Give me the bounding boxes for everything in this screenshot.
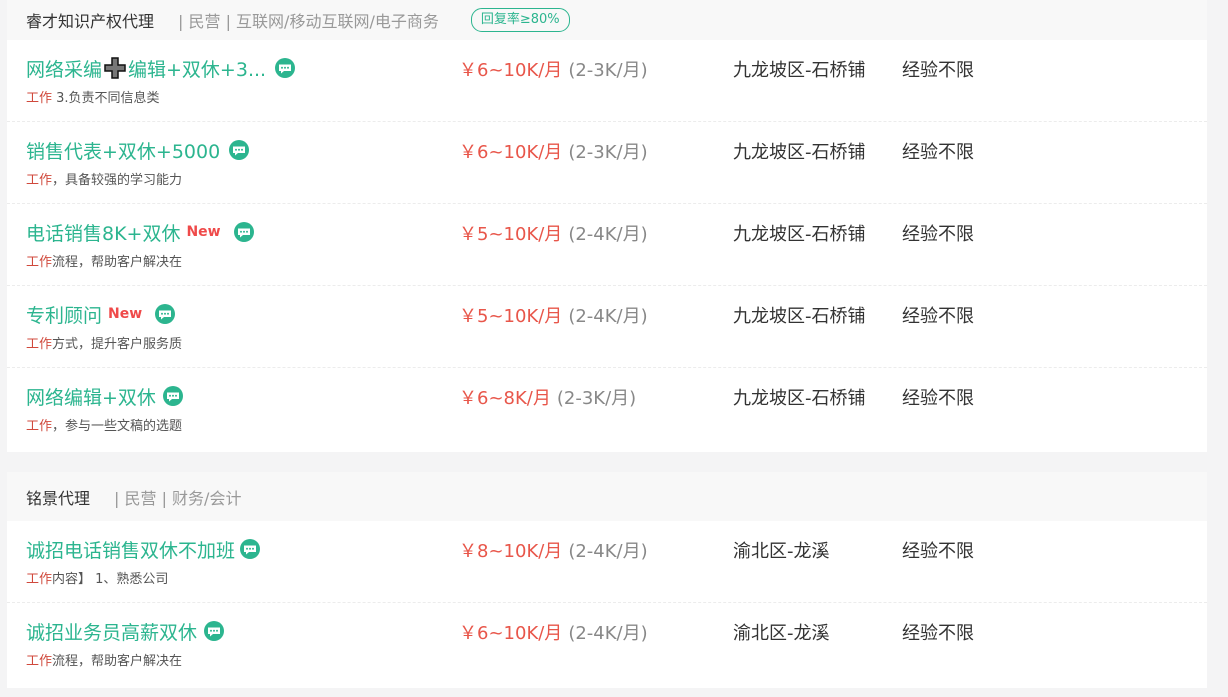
job-title-line: 专利顾问 New	[26, 300, 176, 328]
salary-range: ￥5~10K/月	[459, 306, 563, 327]
job-title[interactable]: 专利顾问	[26, 301, 102, 328]
job-location: 九龙坡区-石桥铺	[733, 306, 866, 327]
job-row[interactable]: 网络采编 编辑+双休+3... 工作 3.负责不同信息类 ￥6~10K/月 (2-…	[7, 40, 1207, 122]
job-location: 九龙坡区-石桥铺	[733, 142, 866, 163]
job-experience: 经验不限	[902, 388, 974, 409]
salary: ￥8~10K/月 (2-4K/月)	[459, 537, 648, 563]
job-description-keyword: 工作	[26, 255, 53, 270]
job-title-line: 诚招业务员高薪双休	[26, 617, 225, 645]
job-title-line: 网络编辑+双休	[26, 382, 184, 410]
job-row[interactable]: 专利顾问 New 工作方式，提升客户服务质 ￥5~10K/月 (2-4K/月) 九…	[7, 286, 1207, 368]
company-meta: | 民营 | 财务/会计	[114, 488, 242, 508]
job-row[interactable]: 电话销售8K+双休 New 工作流程，帮助客户解决在 ￥5~10K/月 (2-4K…	[7, 204, 1207, 286]
job-title[interactable]: 网络编辑+双休	[26, 383, 156, 410]
job-description: 工作方式，提升客户服务质	[26, 333, 182, 352]
salary-sub-range: (2-3K/月)	[568, 60, 648, 81]
job-description-text: 内容】 1、熟悉公司	[52, 572, 169, 587]
salary: ￥6~8K/月 (2-3K/月)	[459, 384, 636, 410]
salary-range: ￥6~10K/月	[459, 142, 563, 163]
reply-rate-badge: 回复率≥80%	[470, 8, 570, 32]
company-name[interactable]: 睿才知识产权代理	[26, 8, 154, 32]
job-description-keyword: 工作	[26, 419, 53, 434]
salary: ￥6~10K/月 (2-4K/月)	[459, 619, 648, 645]
job-title[interactable]: 诚招电话销售双休不加班	[26, 536, 235, 563]
job-experience: 经验不限	[902, 623, 974, 644]
job-description-keyword: 工作	[26, 337, 53, 352]
job-description-keyword: 工作	[26, 173, 53, 188]
company-name[interactable]: 铭景代理	[26, 485, 90, 509]
job-row[interactable]: 销售代表+双休+5000 工作，具备较强的学习能力 ￥6~10K/月 (2-3K/…	[7, 122, 1207, 204]
chat-bubble-icon[interactable]	[239, 538, 261, 560]
company-card: 铭景代理 | 民营 | 财务/会计 诚招电话销售双休不加班 工作内容】 1、熟悉…	[7, 472, 1207, 688]
salary: ￥6~10K/月 (2-3K/月)	[459, 138, 648, 164]
job-title-line: 诚招电话销售双休不加班	[26, 535, 261, 563]
salary-sub-range: (2-4K/月)	[568, 306, 648, 327]
salary-range: ￥6~10K/月	[459, 60, 563, 81]
job-experience: 经验不限	[902, 306, 974, 327]
job-description-text: ，参与一些文稿的选题	[52, 419, 183, 434]
salary-sub-range: (2-4K/月)	[568, 541, 648, 562]
salary: ￥5~10K/月 (2-4K/月)	[459, 302, 648, 328]
salary-range: ￥5~10K/月	[459, 224, 563, 245]
chat-bubble-icon[interactable]	[203, 620, 225, 642]
salary-sub-range: (2-4K/月)	[568, 224, 648, 245]
job-title-line: 电话销售8K+双休 New	[26, 218, 255, 246]
job-description: 工作 3.负责不同信息类	[26, 87, 160, 106]
chat-bubble-icon[interactable]	[233, 221, 255, 243]
job-row[interactable]: 诚招电话销售双休不加班 工作内容】 1、熟悉公司 ￥8~10K/月 (2-4K/月…	[7, 521, 1207, 603]
job-title[interactable]: 销售代表+双休+5000	[26, 137, 220, 164]
job-title[interactable]: 诚招业务员高薪双休	[26, 618, 197, 645]
chat-bubble-icon[interactable]	[154, 303, 176, 325]
chat-bubble-icon[interactable]	[274, 57, 296, 79]
salary-sub-range: (2-4K/月)	[568, 623, 648, 644]
job-title-line: 销售代表+双休+5000	[26, 136, 250, 164]
job-row[interactable]: 网络编辑+双休 工作，参与一些文稿的选题 ￥6~8K/月 (2-3K/月) 九龙坡…	[7, 368, 1207, 450]
company-header: 铭景代理 | 民营 | 财务/会计	[7, 472, 1207, 521]
salary: ￥5~10K/月 (2-4K/月)	[459, 220, 648, 246]
job-location: 九龙坡区-石桥铺	[733, 388, 866, 409]
job-description: 工作，参与一些文稿的选题	[26, 415, 182, 434]
job-description-text: 3.负责不同信息类	[52, 91, 160, 106]
job-description-text: ，具备较强的学习能力	[52, 173, 183, 188]
salary: ￥6~10K/月 (2-3K/月)	[459, 56, 648, 82]
job-title-line: 网络采编 编辑+双休+3...	[26, 54, 296, 82]
job-title-suffix[interactable]: 编辑+双休+3...	[128, 55, 266, 82]
job-title[interactable]: 网络采编	[26, 55, 102, 82]
job-location: 渝北区-龙溪	[733, 541, 830, 562]
plus-cross-icon	[104, 57, 126, 79]
job-location: 九龙坡区-石桥铺	[733, 60, 866, 81]
company-header: 睿才知识产权代理 | 民营 | 互联网/移动互联网/电子商务 回复率≥80%	[7, 0, 1207, 40]
company-card: 睿才知识产权代理 | 民营 | 互联网/移动互联网/电子商务 回复率≥80% 网…	[7, 0, 1207, 452]
job-experience: 经验不限	[902, 541, 974, 562]
salary-range: ￥8~10K/月	[459, 541, 563, 562]
job-experience: 经验不限	[902, 60, 974, 81]
salary-sub-range: (2-3K/月)	[556, 388, 637, 409]
chat-bubble-icon[interactable]	[162, 385, 184, 407]
salary-range: ￥6~8K/月	[459, 388, 551, 409]
job-row[interactable]: 诚招业务员高薪双休 工作流程，帮助客户解决在 ￥6~10K/月 (2-4K/月) …	[7, 603, 1207, 685]
job-description: 工作流程，帮助客户解决在	[26, 251, 182, 270]
job-location: 渝北区-龙溪	[733, 623, 830, 644]
job-experience: 经验不限	[902, 224, 974, 245]
job-description: 工作内容】 1、熟悉公司	[26, 568, 168, 587]
salary-range: ￥6~10K/月	[459, 623, 563, 644]
chat-bubble-icon[interactable]	[228, 139, 250, 161]
job-description-text: 流程，帮助客户解决在	[52, 654, 183, 669]
job-description-text: 流程，帮助客户解决在	[52, 255, 183, 270]
job-description: 工作，具备较强的学习能力	[26, 169, 182, 188]
new-tag: New	[108, 306, 143, 322]
job-title[interactable]: 电话销售8K+双休	[26, 219, 180, 246]
job-description-keyword: 工作	[26, 572, 53, 587]
job-description: 工作流程，帮助客户解决在	[26, 650, 182, 669]
new-tag: New	[186, 224, 221, 240]
job-description-text: 方式，提升客户服务质	[52, 337, 183, 352]
job-description-keyword: 工作	[26, 654, 53, 669]
job-description-keyword: 工作	[26, 91, 53, 106]
salary-sub-range: (2-3K/月)	[568, 142, 648, 163]
job-experience: 经验不限	[902, 142, 974, 163]
job-location: 九龙坡区-石桥铺	[733, 224, 866, 245]
company-meta: | 民营 | 互联网/移动互联网/电子商务	[178, 12, 439, 31]
